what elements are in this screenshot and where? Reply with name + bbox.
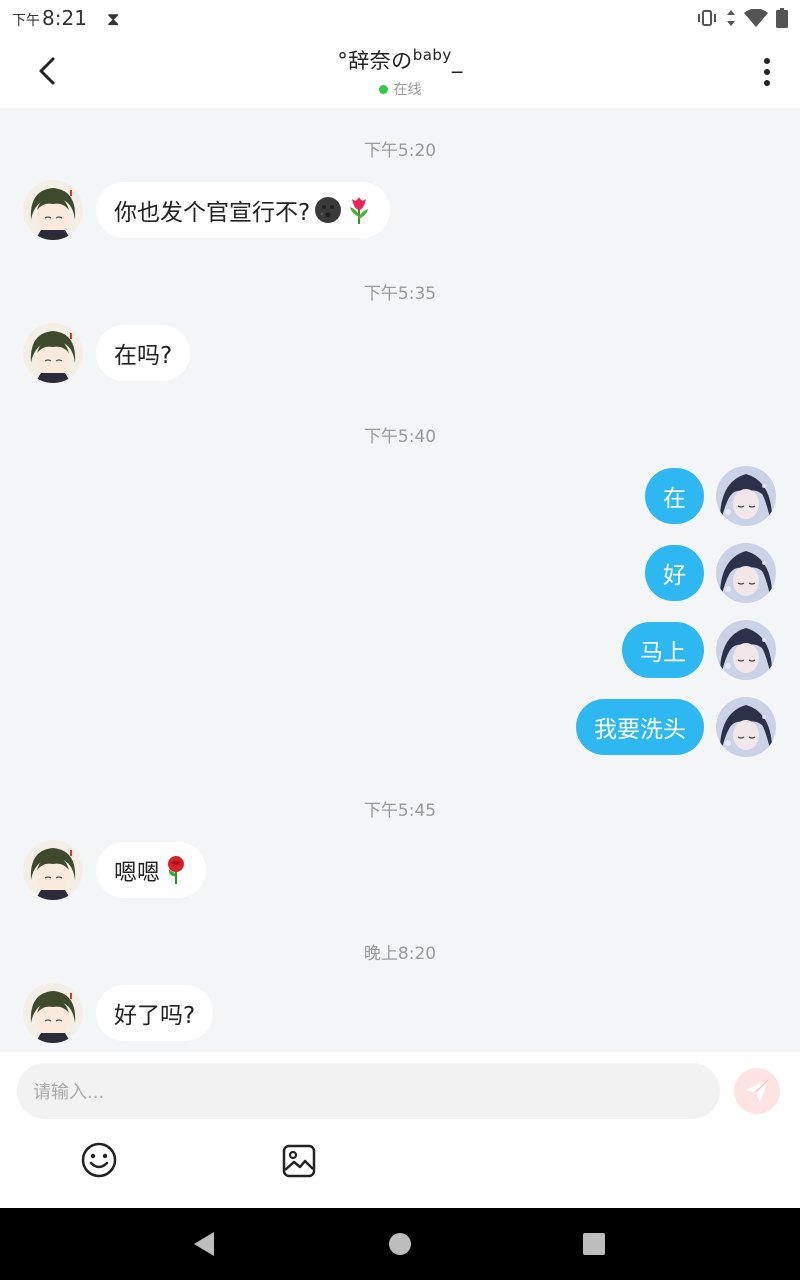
message-row-incoming: 你也发个官宣行不? [0, 180, 800, 240]
online-dot-icon [378, 84, 388, 94]
message-timestamp: 晚上8:20 [363, 944, 437, 964]
message-text: 你也发个官宣行不? [114, 200, 311, 226]
message-bubble[interactable]: 在 [645, 468, 704, 524]
chat-title: °辞奈のbaby_ [337, 45, 463, 75]
message-bubble[interactable]: 好了吗? [96, 985, 214, 1041]
my-avatar[interactable] [716, 543, 776, 603]
my-avatar[interactable] [716, 620, 776, 680]
rose-emoji-icon [164, 855, 188, 885]
contact-avatar[interactable] [23, 180, 83, 240]
chat-title-suffix: _ [451, 49, 463, 73]
smiley-icon [81, 1142, 117, 1178]
message-row-outgoing: 好 [0, 543, 800, 603]
nav-back-button[interactable] [192, 1230, 216, 1262]
message-text: 嗯嗯 [114, 860, 160, 886]
message-composer: 请输入... [0, 1052, 800, 1208]
nav-recents-button[interactable] [582, 1230, 606, 1262]
vibrate-icon [696, 9, 718, 27]
message-text: 在吗? [114, 343, 173, 369]
back-button[interactable] [30, 54, 64, 88]
wifi-icon [744, 9, 768, 27]
message-timestamp: 下午5:35 [363, 284, 437, 304]
message-bubble[interactable]: 我要洗头 [576, 699, 704, 755]
chat-header: °辞奈のbaby_ 在线 [0, 36, 800, 108]
my-avatar[interactable] [716, 466, 776, 526]
message-text: 我要洗头 [594, 717, 686, 743]
message-text: 好了吗? [114, 1003, 196, 1029]
chevron-left-icon [39, 57, 55, 85]
more-options-button[interactable] [752, 54, 782, 90]
message-row-outgoing: 我要洗头 [0, 697, 800, 757]
message-row-incoming: 嗯嗯 [0, 840, 800, 900]
chat-messages[interactable]: 下午5:20 你也发个官宣行不? 下午5:35 在吗? 下午5:40 在 好 马… [0, 108, 800, 1052]
status-bar: 下午 8:21 ⧗ [0, 0, 800, 36]
message-text: 马上 [640, 640, 686, 666]
message-bubble[interactable]: 在吗? [96, 325, 191, 381]
my-avatar[interactable] [716, 697, 776, 757]
message-timestamp: 下午5:20 [363, 141, 437, 161]
presence-status: 在线 [337, 79, 463, 99]
system-navigation-bar [0, 1208, 800, 1280]
dark-moon-face-emoji-icon [314, 196, 342, 224]
send-icon [746, 1079, 769, 1102]
message-text: 好 [663, 563, 686, 589]
contact-avatar[interactable] [23, 323, 83, 383]
message-row-incoming: 在吗? [0, 323, 800, 383]
nav-home-button[interactable] [388, 1230, 412, 1262]
message-row-incoming: 好了吗? [0, 983, 800, 1043]
contact-avatar[interactable] [23, 983, 83, 1043]
image-icon [282, 1144, 316, 1178]
chat-title-text: °辞奈の [337, 49, 413, 73]
message-bubble[interactable]: 好 [645, 545, 704, 601]
send-button[interactable] [734, 1068, 780, 1114]
message-timestamp: 下午5:45 [363, 801, 437, 821]
message-input-placeholder: 请输入... [33, 1082, 105, 1103]
square-recents-icon [583, 1233, 605, 1255]
chat-title-block: °辞奈のbaby_ 在线 [337, 45, 463, 99]
message-input[interactable]: 请输入... [17, 1063, 720, 1119]
emoji-picker-button[interactable] [80, 1141, 118, 1179]
presence-label: 在线 [393, 82, 422, 98]
circle-home-icon [389, 1233, 411, 1255]
message-row-outgoing: 在 [0, 466, 800, 526]
message-timestamp: 下午5:40 [363, 427, 437, 447]
data-transfer-icon [726, 9, 736, 27]
image-picker-button[interactable] [281, 1143, 317, 1179]
message-row-outgoing: 马上 [0, 620, 800, 680]
message-bubble[interactable]: 你也发个官宣行不? [96, 182, 391, 238]
message-bubble[interactable]: 马上 [622, 622, 704, 678]
more-vertical-icon [764, 58, 770, 86]
contact-avatar[interactable] [23, 840, 83, 900]
message-text: 在 [663, 486, 686, 512]
hourglass-icon: ⧗ [106, 9, 120, 30]
tulip-emoji-icon [346, 195, 372, 225]
message-bubble[interactable]: 嗯嗯 [96, 842, 206, 898]
triangle-back-icon [194, 1232, 214, 1256]
chat-title-sup: baby [412, 46, 452, 64]
battery-icon [776, 8, 788, 28]
status-ampm: 下午 [12, 13, 40, 29]
status-time: 8:21 [42, 6, 87, 30]
